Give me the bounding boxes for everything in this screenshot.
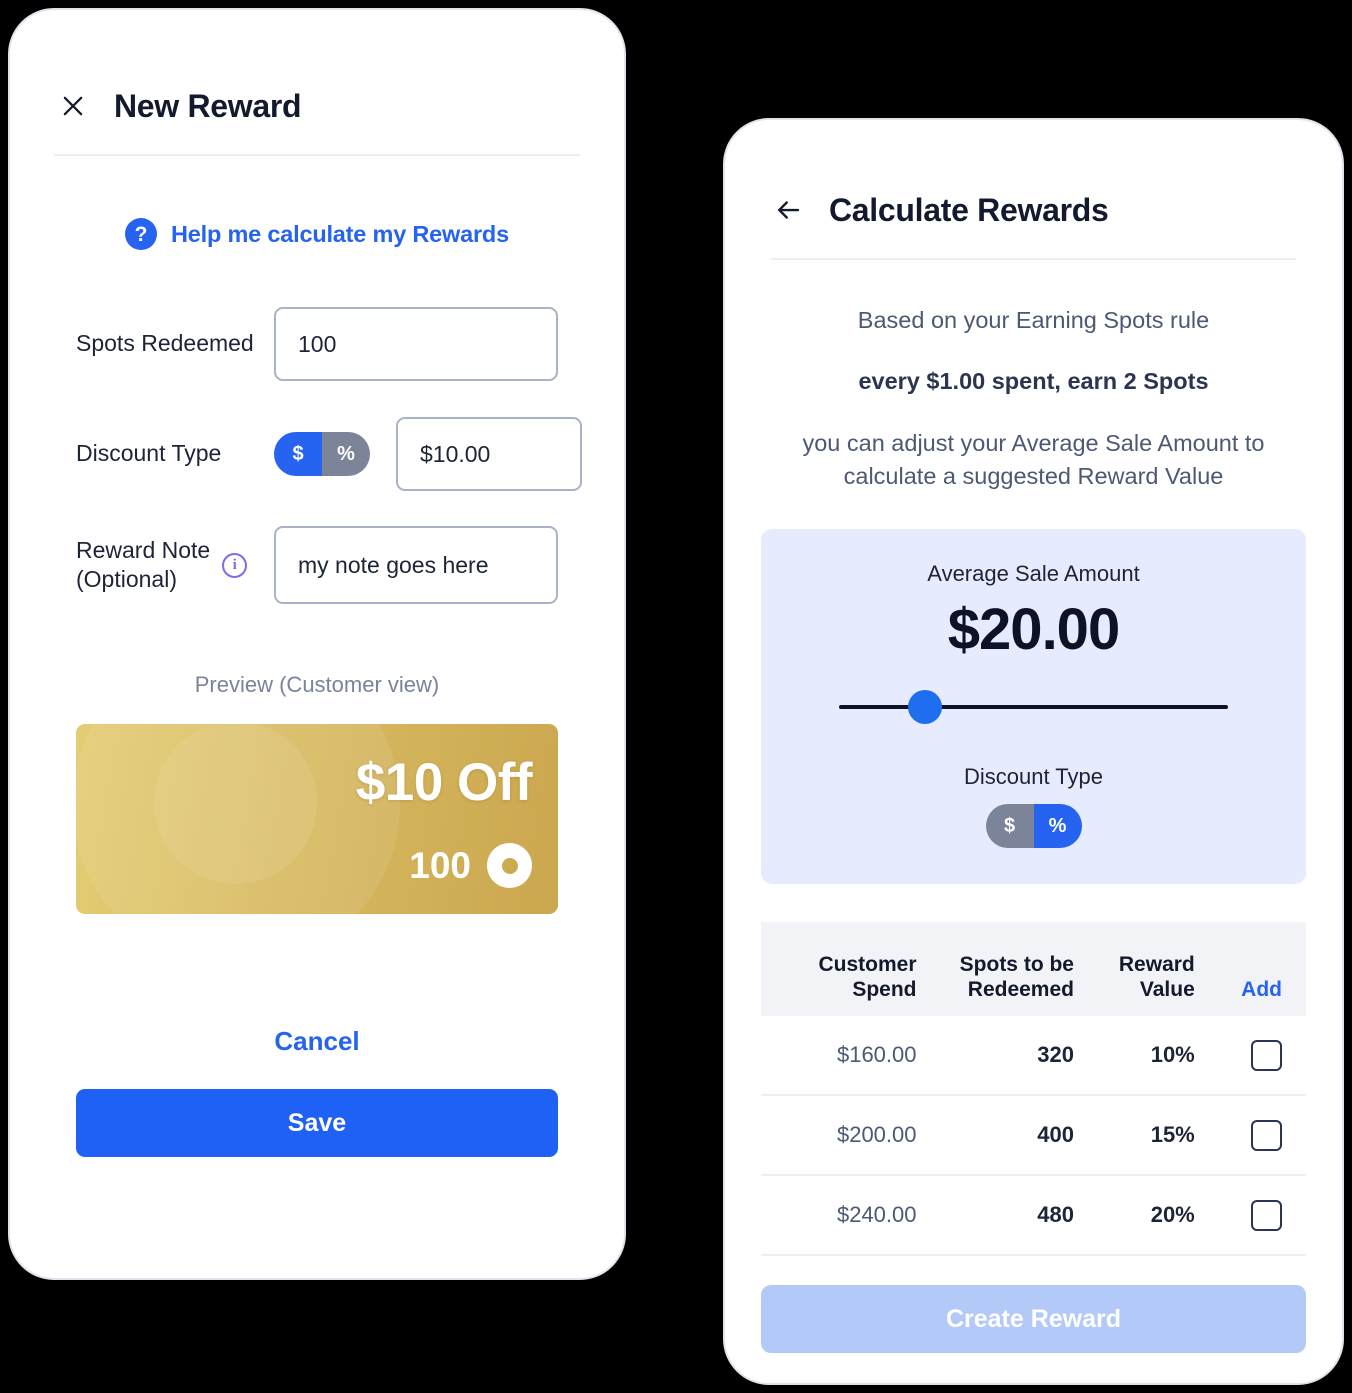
phone-calculate-rewards: Calculate Rewards Based on your Earning … [723,118,1344,1385]
cell-reward-value: 20% [1150,1202,1195,1228]
header-divider [771,258,1296,260]
cell-add [1207,1199,1296,1231]
column-header-reward-value: Reward Value [1118,952,1195,1001]
toggle-option-percent[interactable]: % [322,432,370,476]
column-header-add[interactable]: Add [1207,977,1296,1002]
help-calculate-link[interactable]: ? Help me calculate my Rewards [10,218,624,250]
cell-add [1207,1119,1296,1151]
cell-spots-redeemed: 480 [1037,1202,1074,1228]
field-reward-note: Reward Note (Optional) i my note goes he… [76,526,558,604]
discount-type-toggle[interactable]: $ % [274,432,370,476]
page-title: Calculate Rewards [829,191,1109,228]
back-arrow-icon[interactable] [771,193,805,227]
reward-preview-card: $10 Off 100 [76,724,558,914]
toggle-option-dollar[interactable]: $ [274,432,322,476]
field-spots-redeemed: Spots Redeemed 100 [76,306,558,382]
reward-note-label-group: Reward Note (Optional) i [76,536,274,595]
preview-card-spots: 100 [409,844,471,886]
cell-customer-spend: $240.00 [836,1202,917,1228]
table-row: $200.00 400 15% [761,1096,1306,1177]
intro-hint-text: you can adjust your Average Sale Amount … [802,429,1265,490]
question-mark-icon: ? [125,218,158,250]
slider-track [839,705,1228,710]
help-calculate-label: Help me calculate my Rewards [171,220,509,247]
screenshot-stage: New Reward ? Help me calculate my Reward… [0,0,1352,1393]
average-sale-amount-label: Average Sale Amount [927,561,1140,587]
toggle-option-percent[interactable]: % [1033,804,1082,849]
slider-thumb[interactable] [907,690,942,725]
cell-reward-value: 15% [1150,1122,1195,1148]
intro-copy: Based on your Earning Spots rule every $… [725,304,1342,493]
average-sale-amount-slider[interactable] [839,690,1228,725]
calculate-rewards-screen: Calculate Rewards Based on your Earning … [725,162,1342,1383]
cell-customer-spend: $160.00 [836,1042,917,1068]
table-row: $240.00 480 20% [761,1176,1306,1257]
preview-card-title: $10 Off [355,753,533,812]
average-sale-calculator-card: Average Sale Amount $20.00 Discount Type… [761,529,1306,885]
spots-redeemed-input[interactable]: 100 [274,307,558,381]
preview-caption: Preview (Customer view) [194,672,440,697]
intro-line-rule-source: Based on your Earning Spots rule [857,307,1210,333]
info-icon[interactable]: i [222,552,248,578]
table-row: $160.00 320 10% [761,1016,1306,1097]
add-checkbox[interactable] [1251,1119,1282,1151]
add-checkbox[interactable] [1251,1039,1282,1071]
spot-token-icon [487,843,532,888]
cancel-button[interactable]: Cancel [10,1026,624,1057]
page-title: New Reward [114,87,302,124]
suggested-rewards-table: Customer Spend Spots to be Redeemed Rewa… [761,922,1306,1257]
calculator-discount-type-label: Discount Type [963,764,1103,790]
spots-redeemed-label: Spots Redeemed [76,330,254,357]
average-sale-amount-value: $20.00 [947,597,1120,663]
add-checkbox[interactable] [1251,1199,1282,1231]
header-divider [54,154,580,156]
phone-new-reward: New Reward ? Help me calculate my Reward… [8,8,626,1280]
reward-note-label: Reward Note (Optional) [76,536,210,595]
cell-spots-redeemed: 320 [1037,1042,1074,1068]
close-icon[interactable] [56,89,90,123]
column-header-customer-spend: Customer Spend [818,952,917,1001]
discount-type-label: Discount Type [76,440,222,467]
cell-customer-spend: $200.00 [836,1122,917,1148]
cell-reward-value: 10% [1150,1042,1195,1068]
new-reward-header: New Reward [10,58,624,154]
discount-amount-input[interactable]: $10.00 [396,417,582,491]
column-header-spots-redeemed: Spots to be Redeemed [959,952,1074,1001]
calculate-rewards-header: Calculate Rewards [725,162,1342,258]
new-reward-screen: New Reward ? Help me calculate my Reward… [10,58,624,1278]
decorative-inner-circle [154,724,317,884]
calculator-discount-type-toggle[interactable]: $ % [985,804,1082,849]
field-discount-type: Discount Type $ % $10.00 [76,416,582,492]
save-button[interactable]: Save [76,1089,558,1157]
table-header-row: Customer Spend Spots to be Redeemed Rewa… [761,922,1306,1017]
preview-card-spots-group: 100 [409,843,532,888]
new-reward-form: Spots Redeemed 100 Discount Type $ % $10… [10,306,624,604]
reward-note-input[interactable]: my note goes here [274,526,558,604]
create-reward-button[interactable]: Create Reward [761,1285,1306,1353]
reward-note-label-line1: Reward Note [76,536,211,563]
reward-note-label-line2: (Optional) [76,566,177,592]
toggle-option-dollar[interactable]: $ [985,804,1034,849]
cell-spots-redeemed: 400 [1037,1122,1074,1148]
cell-add [1207,1039,1296,1071]
earning-rule-text: every $1.00 spent, earn 2 Spots [858,368,1209,395]
